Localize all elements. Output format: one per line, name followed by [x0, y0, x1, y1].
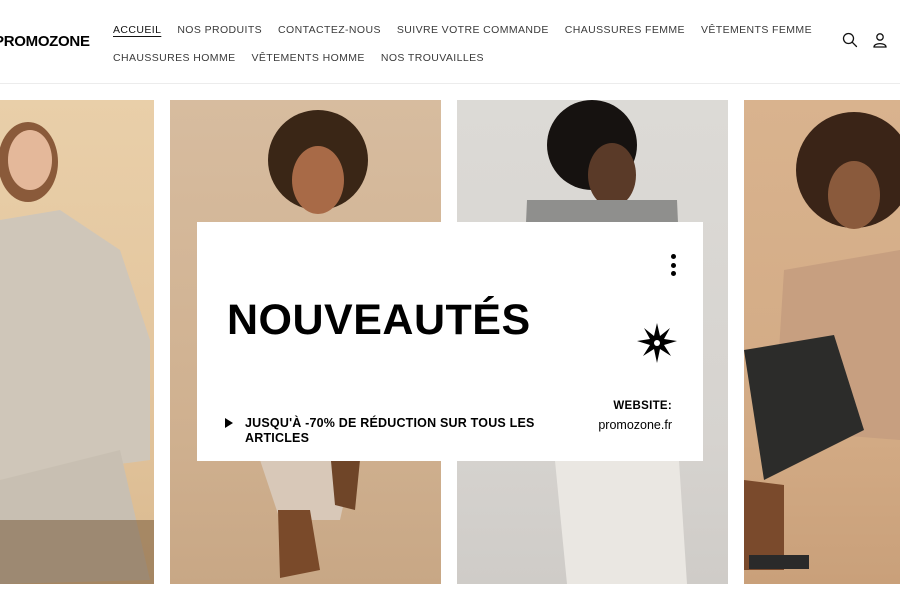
- account-icon[interactable]: [872, 32, 888, 48]
- nav-row-2: CHAUSSURES HOMME VÊTEMENTS HOMME NOS TRO…: [113, 44, 753, 72]
- hero-image-4: [744, 100, 900, 584]
- model-figure-4: [744, 112, 900, 570]
- nav-item-nos-trouvailles[interactable]: NOS TROUVAILLES: [381, 52, 484, 64]
- model-figure-1: [0, 122, 154, 584]
- nav-item-contactez-nous[interactable]: CONTACTEZ-NOUS: [278, 24, 381, 36]
- nav-item-vetements-femme[interactable]: VÊTEMENTS FEMME: [701, 24, 812, 36]
- nav-item-chaussures-homme[interactable]: CHAUSSURES HOMME: [113, 52, 236, 64]
- promo-text: JUSQU'À -70% DE RÉDUCTION SUR TOUS LES A…: [245, 416, 535, 445]
- site-header: PROMOZONE ACCUEIL NOS PRODUITS CONTACTEZ…: [0, 0, 900, 84]
- main-navigation: ACCUEIL NOS PRODUITS CONTACTEZ-NOUS SUIV…: [113, 16, 812, 72]
- star-burst-icon: [637, 323, 677, 363]
- banner-promo: JUSQU'À -70% DE RÉDUCTION SUR TOUS LES A…: [225, 416, 545, 446]
- website-label: WEBSITE:: [613, 400, 672, 412]
- nav-item-chaussures-femme[interactable]: CHAUSSURES FEMME: [565, 24, 685, 36]
- nav-item-suivre-commande[interactable]: SUIVRE VOTRE COMMANDE: [397, 24, 549, 36]
- promo-banner: NOUVEAUTÉS JUSQU'À -70% DE RÉDUCTION SUR…: [197, 222, 703, 461]
- more-options-icon: [670, 254, 678, 280]
- header-icons: [842, 32, 888, 48]
- search-icon[interactable]: [842, 32, 858, 48]
- nav-row-1: ACCUEIL NOS PRODUITS CONTACTEZ-NOUS SUIV…: [113, 16, 812, 44]
- site-logo[interactable]: PROMOZONE: [0, 33, 90, 50]
- hero-image-1: [0, 100, 154, 584]
- banner-headline: NOUVEAUTÉS: [227, 296, 531, 344]
- nav-item-vetements-homme[interactable]: VÊTEMENTS HOMME: [252, 52, 365, 64]
- nav-item-nos-produits[interactable]: NOS PRODUITS: [177, 24, 262, 36]
- play-arrow-icon: [225, 418, 233, 428]
- website-url[interactable]: promozone.fr: [598, 418, 672, 432]
- nav-item-accueil[interactable]: ACCUEIL: [113, 24, 161, 36]
